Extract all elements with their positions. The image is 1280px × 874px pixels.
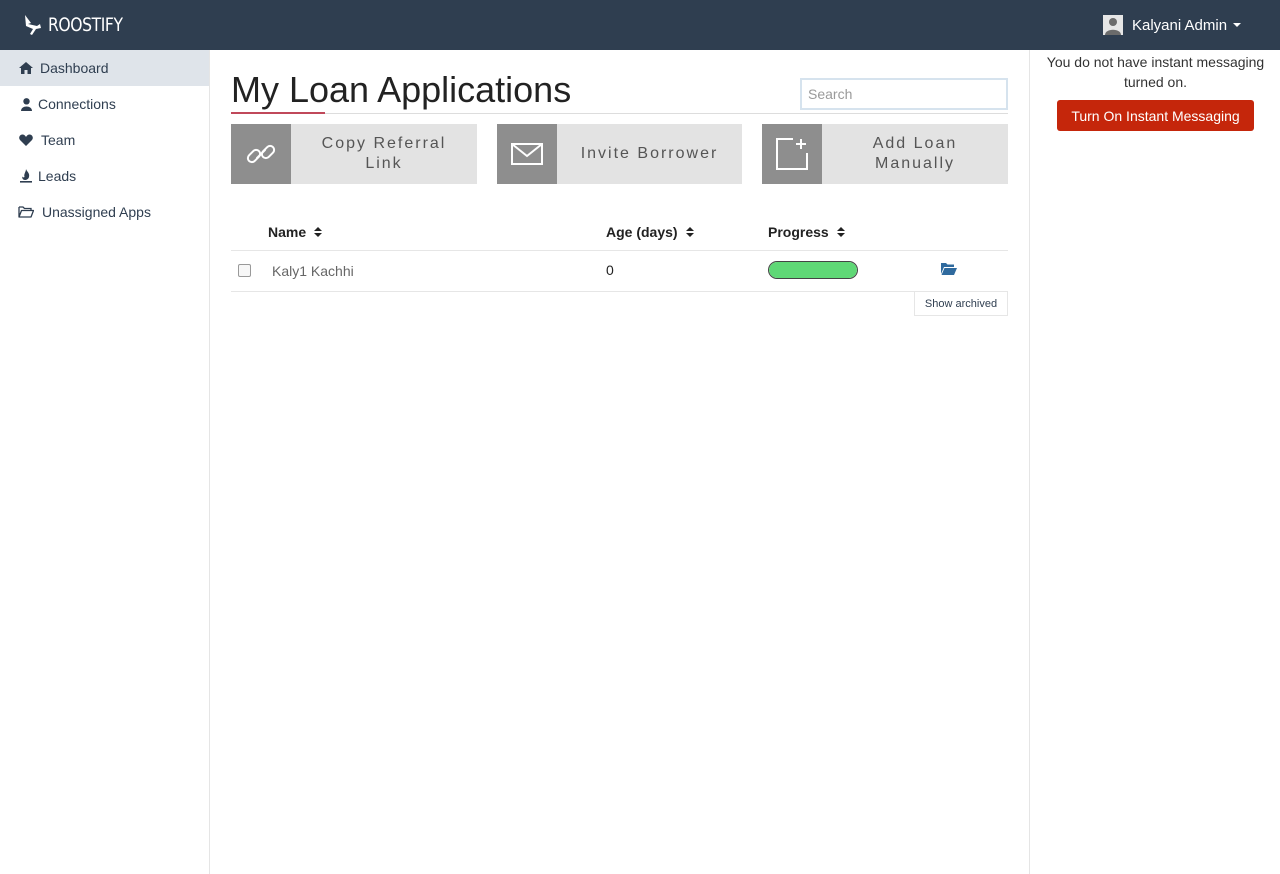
title-accent-bar xyxy=(231,112,325,114)
user-menu[interactable]: Kalyani Admin xyxy=(1103,14,1242,36)
sort-icon xyxy=(314,227,323,237)
folder-open-icon[interactable] xyxy=(941,262,957,276)
sort-icon xyxy=(836,227,845,237)
user-avatar-icon xyxy=(1103,15,1123,35)
person-icon xyxy=(18,96,34,112)
table-divider xyxy=(231,291,1008,292)
copy-referral-link-button[interactable]: Copy Referral Link xyxy=(231,124,477,184)
progress-bar-fill xyxy=(769,262,857,278)
sidebar-item-unassigned-apps[interactable]: Unassigned Apps xyxy=(0,194,209,230)
invite-borrower-button[interactable]: Invite Borrower xyxy=(497,124,742,184)
action-label: Copy Referral Link xyxy=(321,135,447,172)
sidebar-item-label: Connections xyxy=(38,96,116,112)
action-label: Add Loan Manually xyxy=(872,135,958,172)
turn-on-messaging-button[interactable]: Turn On Instant Messaging xyxy=(1057,100,1254,131)
brand-name: ROOSTIFY xyxy=(48,14,123,36)
column-header-progress[interactable]: Progress xyxy=(768,224,845,240)
home-icon xyxy=(18,60,34,76)
table-divider xyxy=(231,250,1008,251)
age-value: 0 xyxy=(606,262,614,278)
row-checkbox[interactable] xyxy=(238,264,251,277)
action-label: Invite Borrower xyxy=(580,145,719,162)
sidebar-item-label: Leads xyxy=(38,168,77,184)
column-header-label: Progress xyxy=(768,224,829,240)
folder-open-icon xyxy=(18,204,34,220)
messaging-status-text: You do not have instant messaging turned… xyxy=(1046,54,1265,90)
sidebar-item-team[interactable]: Team xyxy=(0,122,209,158)
search-input[interactable] xyxy=(800,78,1008,110)
column-header-label: Name xyxy=(268,224,307,240)
link-icon xyxy=(231,124,291,184)
sort-icon xyxy=(685,227,694,237)
sidebar-item-connections[interactable]: Connections xyxy=(0,86,209,122)
sidebar-item-dashboard[interactable]: Dashboard xyxy=(0,50,209,86)
sidebar-item-label: Dashboard xyxy=(40,60,109,76)
progress-bar xyxy=(768,261,858,279)
chevron-down-icon xyxy=(1233,23,1242,27)
sidebar-item-leads[interactable]: Leads xyxy=(0,158,209,194)
column-header-label: Age (days) xyxy=(606,224,678,240)
column-header-age[interactable]: Age (days) xyxy=(606,224,694,240)
rooster-logo-icon xyxy=(25,15,41,35)
add-document-icon xyxy=(762,124,822,184)
top-navbar: ROOSTIFY Kalyani Admin xyxy=(0,0,1280,50)
page-title: My Loan Applications xyxy=(231,69,572,110)
sidebar-item-label: Team xyxy=(41,132,76,148)
user-name: Kalyani Admin xyxy=(1132,16,1228,34)
column-header-name[interactable]: Name xyxy=(268,224,323,240)
add-loan-manually-button[interactable]: Add Loan Manually xyxy=(762,124,1008,184)
show-archived-button[interactable]: Show archived xyxy=(914,292,1008,316)
brand-logo[interactable]: ROOSTIFY xyxy=(22,12,139,38)
envelope-icon xyxy=(497,124,557,184)
applicant-name-link[interactable]: Kaly1 Kachhi xyxy=(272,263,354,279)
heart-icon xyxy=(18,132,34,148)
flame-icon xyxy=(18,168,34,184)
title-divider xyxy=(231,113,1008,114)
sidebar-item-label: Unassigned Apps xyxy=(42,204,151,220)
sidebar: Dashboard Connections Team Leads Unassig… xyxy=(0,50,210,874)
messaging-panel: You do not have instant messaging turned… xyxy=(1029,50,1280,874)
